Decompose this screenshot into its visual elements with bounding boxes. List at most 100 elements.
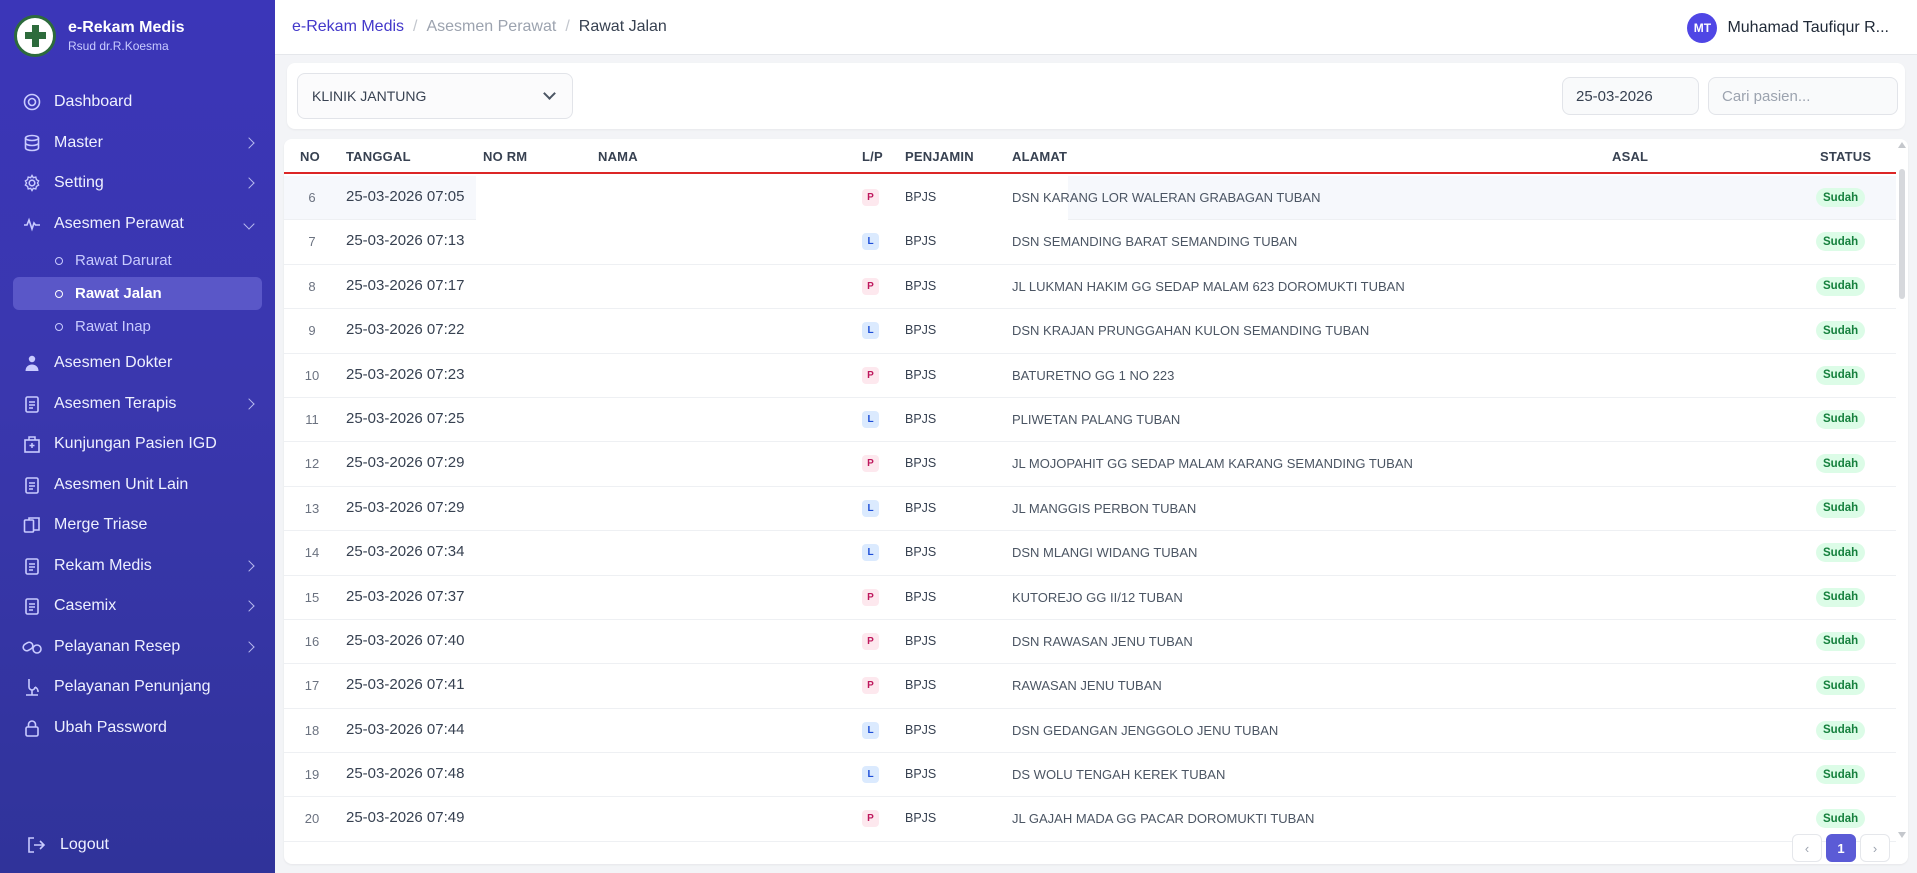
cell-no: 9 [308,323,316,339]
scroll-down-arrow-icon[interactable] [1898,832,1906,838]
sidebar-item-ubah-password[interactable]: Ubah Password [0,708,275,749]
breadcrumb-home[interactable]: e-Rekam Medis [292,18,404,36]
cell-no: 11 [305,411,319,427]
table-row[interactable]: 12 25-03-2026 07:29 P BPJS JL MOJOPAHIT GG S… [284,442,1896,487]
cell-penjamin: BPJS [905,367,937,382]
logout-label: Logout [60,836,109,853]
table-scrollbar[interactable] [1896,139,1908,864]
sidebar-subitem-rawat-darurat[interactable]: Rawat Darurat [13,244,262,277]
sidebar-item-rekam-medis[interactable]: Rekam Medis [0,546,275,587]
sidebar-subitem-rawat-jalan[interactable]: Rawat Jalan [13,277,262,310]
search-input[interactable] [1708,77,1898,115]
cell-alamat: KUTOREJO GG II/12 TUBAN [1012,589,1183,605]
cell-alamat: DSN KRAJAN PRUNGGAHAN KULON SEMANDING TU… [1012,323,1370,339]
top-header: e-Rekam Medis / Asesmen Perawat / Rawat … [275,0,1917,55]
cell-tanggal: 25-03-2026 07:13 [346,232,465,250]
status-badge: Sudah [1816,676,1866,696]
column-header-tanggal[interactable]: TANGGAL [346,149,411,164]
cell-lp-badge: P [862,632,879,650]
table-row[interactable]: 7 25-03-2026 07:13 L BPJS DSN SEMANDING BARA… [284,220,1896,265]
column-header-no[interactable]: NO [300,149,320,164]
lock-icon [22,718,42,738]
cell-lp-badge: L [862,721,879,739]
cell-alamat: PLIWETAN PALANG TUBAN [1012,411,1181,427]
table-body: 6 25-03-2026 07:05 P BPJS DSN KARANG LOR WAL… [284,176,1896,842]
table-row[interactable]: 16 25-03-2026 07:40 P BPJS DSN RAWASAN JENU … [284,620,1896,665]
cell-no: 20 [304,811,320,827]
row-highlight-mask [476,176,1068,220]
sidebar-item-asesmen-terapis[interactable]: Asesmen Terapis [0,384,275,425]
chevron-right-icon [243,177,255,189]
column-header-lp[interactable]: L/P [862,149,883,164]
sidebar-item-dashboard[interactable]: Dashboard [0,82,275,123]
scroll-thumb[interactable] [1899,169,1905,299]
column-header-status[interactable]: STATUS [1820,149,1871,164]
logout-button[interactable]: Logout [26,835,109,855]
table-row[interactable]: 6 25-03-2026 07:05 P BPJS DSN KARANG LOR WAL… [284,176,1896,221]
clipboard-icon [22,556,42,576]
scroll-up-arrow-icon[interactable] [1898,142,1906,148]
cell-lp-badge: L [862,410,879,428]
table-row[interactable]: 10 25-03-2026 07:23 P BPJS BATURETNO GG 1 NO… [284,354,1896,398]
sidebar-item-pelayanan-resep[interactable]: Pelayanan Resep [0,627,275,668]
sidebar-item-asesmen-unit-lain[interactable]: Asesmen Unit Lain [0,465,275,506]
clinic-select[interactable]: KLINIK JANTUNG [297,73,573,119]
cell-penjamin: BPJS [905,278,937,293]
chevron-right-icon [243,398,255,410]
cell-tanggal: 25-03-2026 07:22 [346,321,465,339]
pulse-icon [22,214,42,234]
sidebar-item-casemix[interactable]: Casemix [0,586,275,627]
status-badge: Sudah [1816,454,1866,474]
sidebar-item-kunjungan-pasien-igd[interactable]: Kunjungan Pasien IGD [0,424,275,465]
cell-penjamin: BPJS [905,190,937,204]
cell-no: 7 [308,234,316,250]
chevron-right-icon [243,600,255,612]
brand[interactable]: e-Rekam Medis Rsud dr.R.Koesma [0,0,275,72]
doctor-icon [22,353,42,373]
column-header-penjamin[interactable]: PENJAMIN [905,149,974,164]
table-row[interactable]: 14 25-03-2026 07:34 L BPJS DSN MLANGI WIDANG… [284,531,1896,576]
table-row[interactable]: 11 25-03-2026 07:25 L BPJS PLIWETAN PALANG T… [284,398,1896,443]
user-menu[interactable]: MT Muhamad Taufiqur R... [1687,13,1889,43]
sidebar-item-label: Setting [54,174,104,192]
table-row[interactable]: 17 25-03-2026 07:41 P BPJS RAWASAN JENU TUBA… [284,664,1896,709]
cell-alamat: JL GAJAH MADA GG PACAR DOROMUKTI TUBAN [1012,811,1315,827]
table-row[interactable]: 8 25-03-2026 07:17 P BPJS JL LUKMAN HAKIM GG… [284,265,1896,310]
date-input[interactable] [1562,77,1699,115]
column-header-alamat[interactable]: ALAMAT [1012,149,1067,164]
status-badge: Sudah [1816,720,1866,740]
cell-lp-badge: P [862,455,879,473]
sidebar-item-pelayanan-penunjang[interactable]: Pelayanan Penunjang [0,667,275,708]
hospital-icon [22,434,42,454]
page-button-current[interactable]: 1 [1826,834,1856,862]
app-root: e-Rekam Medis Rsud dr.R.Koesma Dashboard… [0,0,1917,873]
table-row[interactable]: 9 25-03-2026 07:22 L BPJS DSN KRAJAN PRUNGGA… [284,309,1896,354]
table-row[interactable]: 13 25-03-2026 07:29 L BPJS JL MANGGIS PERBON… [284,487,1896,532]
sidebar-item-master[interactable]: Master [0,123,275,164]
cell-tanggal: 25-03-2026 07:17 [346,276,465,294]
sidebar-item-asesmen-perawat[interactable]: Asesmen Perawat [0,204,275,245]
sidebar-item-setting[interactable]: Setting [0,163,275,204]
sidebar-subitem-label: Rawat Darurat [75,252,172,269]
sidebar-subitem-rawat-inap[interactable]: Rawat Inap [13,310,262,343]
app-subtitle: Rsud dr.R.Koesma [68,39,169,53]
cell-no: 8 [308,278,316,294]
sidebar-item-merge-triase[interactable]: Merge Triase [0,505,275,546]
prev-page-button[interactable]: ‹ [1792,834,1822,862]
column-header-asal[interactable]: ASAL [1612,149,1648,164]
table-row[interactable]: 15 25-03-2026 07:37 P BPJS KUTOREJO GG II/12… [284,576,1896,620]
cell-lp-badge: P [862,677,879,695]
filter-bar: KLINIK JANTUNG [287,63,1905,129]
sidebar-item-asesmen-dokter[interactable]: Asesmen Dokter [0,343,275,384]
cell-tanggal: 25-03-2026 07:41 [346,676,465,694]
cell-lp-badge: L [862,322,879,340]
table-row[interactable]: 18 25-03-2026 07:44 L BPJS DSN GEDANGAN JENG… [284,709,1896,754]
next-page-button[interactable]: › [1860,834,1890,862]
breadcrumb-section[interactable]: Asesmen Perawat [426,18,556,36]
column-header-nama[interactable]: NAMA [598,149,638,164]
cell-alamat: DSN SEMANDING BARAT SEMANDING TUBAN [1012,234,1298,250]
table-row[interactable]: 19 25-03-2026 07:48 L BPJS DS WOLU TENGAH KE… [284,753,1896,798]
cell-penjamin: BPJS [905,411,937,426]
table-row[interactable]: 20 25-03-2026 07:49 P BPJS JL GAJAH MADA GG … [284,797,1896,842]
column-header-no-rm[interactable]: NO RM [483,149,527,164]
